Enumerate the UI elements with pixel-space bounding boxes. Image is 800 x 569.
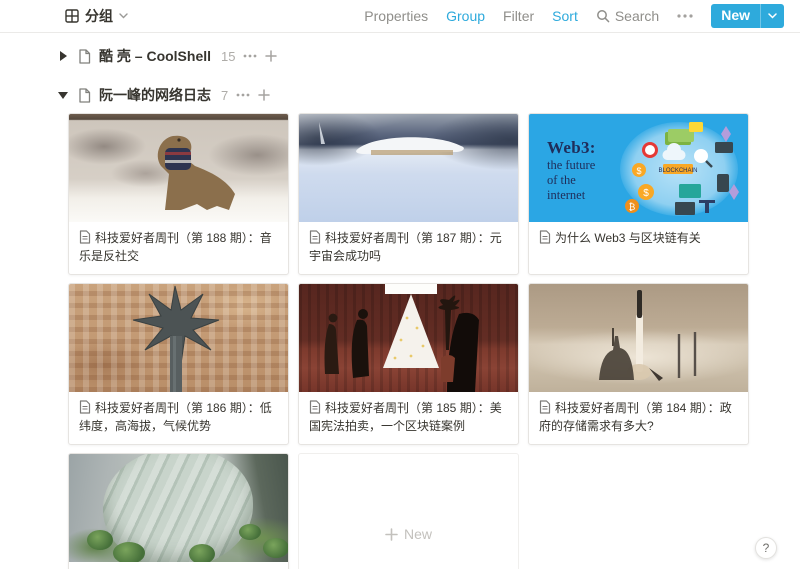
card-title: 科技爱好者周刊（第 184 期）：政府的存储需求有多大? [539,401,732,433]
more-options-icon[interactable] [677,14,693,18]
card-cover-image [529,284,748,392]
gallery-card[interactable]: 科技爱好者周刊（第 183 期）：腾讯的员工退休福利 [68,453,289,569]
group-header-ruanyifeng: 阮一峰的网络日志 7 [56,84,800,106]
group-title[interactable]: 阮一峰的网络日志 [99,85,211,105]
page-icon [78,49,91,64]
card-cover-image [69,114,288,222]
tree-shape [113,542,145,562]
card-cover-image [299,114,518,222]
new-button-dropdown[interactable] [760,4,784,28]
card-title: 为什么 Web3 与区块链有关 [555,231,701,245]
document-icon [539,230,551,244]
group-count-badge: 7 [221,88,228,103]
card-title: 科技爱好者周刊（第 187 期）：元宇宙会成功吗 [309,231,502,263]
tree-shape [263,538,288,558]
document-icon [539,400,551,414]
new-page-card[interactable]: New [298,453,519,569]
group-count-badge: 15 [221,49,235,64]
tree-shape [239,524,261,540]
card-title-row: 科技爱好者周刊（第 187 期）：元宇宙会成功吗 [299,222,518,274]
new-page-label: New [404,526,432,542]
tree-shape [87,530,113,550]
search-icon [596,9,610,23]
group-title[interactable]: 酷 壳 – CoolShell [99,46,211,66]
card-title-row: 科技爱好者周刊（第 184 期）：政府的存储需求有多大? [529,392,748,444]
card-title: 科技爱好者周刊（第 185 期）：美国宪法拍卖，一个区块链案例 [309,401,502,433]
tree-shape [189,544,215,562]
group-button[interactable]: Group [446,8,485,24]
card-title-row: 科技爱好者周刊（第 186 期）：低纬度，高海拔，气候优势 [69,392,288,444]
gallery-card[interactable]: 科技爱好者周刊（第 185 期）：美国宪法拍卖，一个区块链案例 [298,283,519,445]
document-icon [79,230,91,244]
properties-button[interactable]: Properties [364,8,428,24]
group-header-coolshell: 酷 壳 – CoolShell 15 [56,45,800,67]
group-more-icon[interactable] [236,93,250,97]
gallery-card[interactable]: 科技爱好者周刊（第 188 期）：音乐是反社交 [68,113,289,275]
filter-button[interactable]: Filter [503,8,534,24]
gallery-view-icon [65,9,79,23]
web3-cover-text: Web3: the future of the internet [547,138,596,202]
group-add-icon[interactable] [265,50,277,62]
group-more-icon[interactable] [243,54,257,58]
svg-text:$: $ [636,166,641,176]
topbar: 分组 Properties Group Filter Sort Search N… [0,0,800,33]
view-title: 分组 [85,6,113,26]
document-icon [309,400,321,414]
search-button[interactable]: Search [596,8,659,24]
document-icon [79,400,91,414]
gallery-card[interactable]: 科技爱好者周刊（第 187 期）：元宇宙会成功吗 [298,113,519,275]
page-icon [78,88,91,103]
new-button[interactable]: New [711,4,784,28]
toolbar: Properties Group Filter Sort Search New [364,4,784,28]
group-add-icon[interactable] [258,89,270,101]
card-title-row: 科技爱好者周刊（第 185 期）：美国宪法拍卖，一个区块链案例 [299,392,518,444]
card-cover-image: $ $ ₿ BLOCKCHAIN Web3: [529,114,748,222]
help-button[interactable]: ? [755,537,777,559]
gallery-card[interactable]: 科技爱好者周刊（第 186 期）：低纬度，高海拔，气候优势 [68,283,289,445]
card-cover-image [299,284,518,392]
document-icon [309,230,321,244]
collapse-toggle-icon[interactable] [56,92,70,99]
gallery-card[interactable]: $ $ ₿ BLOCKCHAIN Web3: [528,113,749,275]
card-title: 科技爱好者周刊（第 188 期）：音乐是反社交 [79,231,272,263]
svg-text:BLOCKCHAIN: BLOCKCHAIN [658,168,697,174]
card-title: 科技爱好者周刊（第 186 期）：低纬度，高海拔，气候优势 [79,401,272,433]
chevron-down-icon [119,13,128,19]
search-label: Search [615,8,659,24]
board-content: 酷 壳 – CoolShell 15 阮一峰的网络日志 7 [0,45,800,569]
card-cover-image [69,284,288,392]
card-title-row: 科技爱好者周刊（第 183 期）：腾讯的员工退休福利 [69,562,288,569]
sort-button[interactable]: Sort [552,8,578,24]
expand-toggle-icon[interactable] [56,51,70,61]
card-title-row: 科技爱好者周刊（第 188 期）：音乐是反社交 [69,222,288,274]
gallery-grid: 科技爱好者周刊（第 188 期）：音乐是反社交 科技爱好者周刊（第 187 期）… [68,113,800,569]
new-button-label: New [711,4,760,28]
view-switcher[interactable]: 分组 [65,6,128,26]
svg-text:₿: ₿ [629,202,636,212]
card-title-row: 为什么 Web3 与区块链有关 [529,222,748,256]
card-cover-image [69,454,288,562]
svg-text:$: $ [643,188,649,199]
plus-icon [385,528,398,541]
gallery-card[interactable]: 科技爱好者周刊（第 184 期）：政府的存储需求有多大? [528,283,749,445]
